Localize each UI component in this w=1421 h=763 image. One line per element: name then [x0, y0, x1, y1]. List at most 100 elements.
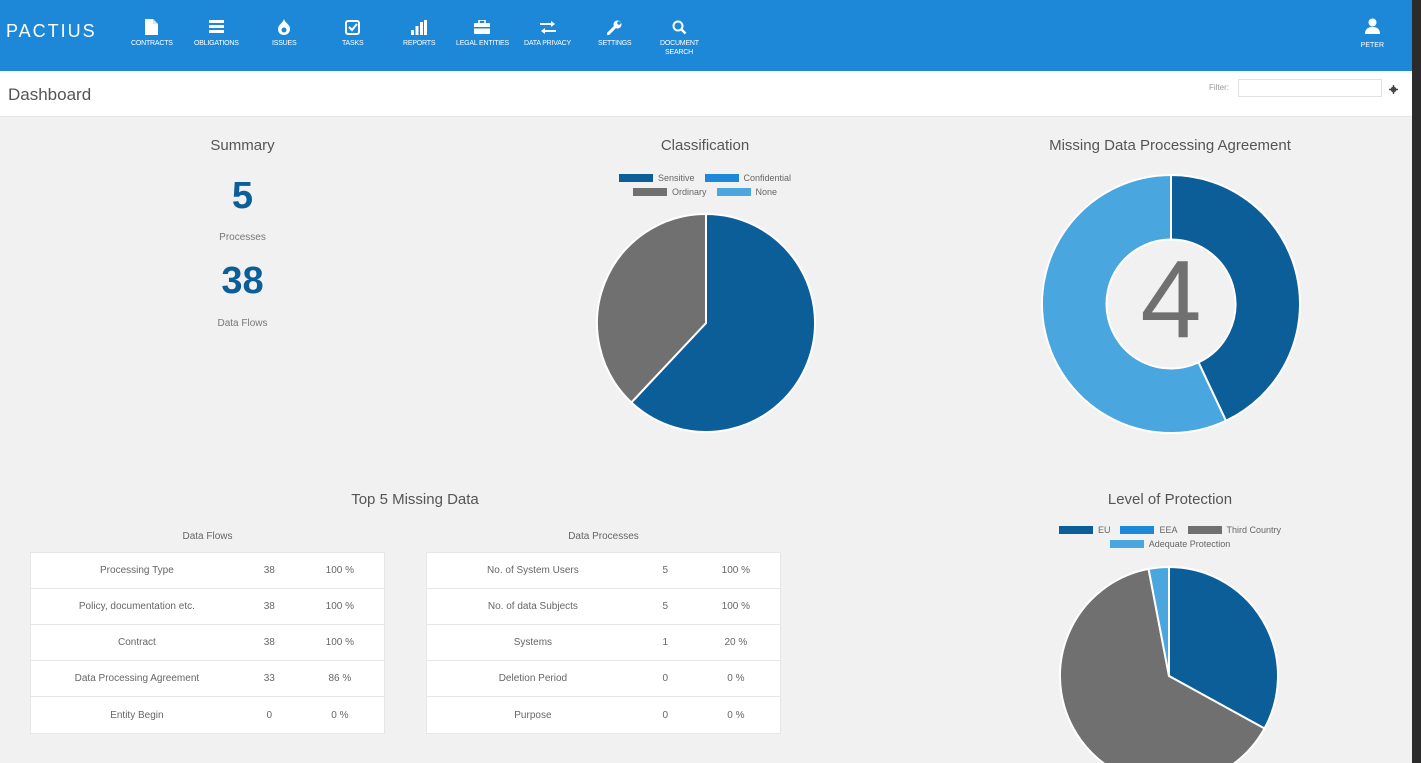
classification-pie-chart — [596, 212, 816, 433]
legend-swatch — [1120, 526, 1155, 534]
nav-reports[interactable]: REPORTS — [403, 18, 436, 48]
row-percent: 100 % — [325, 601, 355, 612]
legend-label: Adequate Protection — [1148, 539, 1231, 549]
row-count: 0 — [662, 709, 669, 721]
nav-legal-entities[interactable]: LEGAL ENTITIES — [456, 18, 509, 48]
row-name: Policy, documentation etc. — [78, 601, 195, 612]
legend-item: Third Country — [1187, 525, 1282, 535]
nav-legal-entities-label: LEGAL ENTITIES — [456, 40, 509, 47]
table-row: Policy, documentation etc. 38 100 % — [31, 589, 384, 625]
file-icon — [143, 18, 161, 36]
table-row: Systems 1 20 % — [427, 625, 780, 661]
row-name: No. of data Subjects — [487, 601, 578, 612]
app-window: PACTIUS CONTRACTS OBLIGATIONS ISSUES TAS… — [0, 0, 1412, 763]
row-name: Deletion Period — [498, 673, 568, 684]
row-percent: 100 % — [721, 565, 751, 576]
nav-data-privacy[interactable]: DATA PRIVACY — [524, 18, 571, 48]
gear-icon[interactable] — [1389, 81, 1398, 99]
legend-item: Sensitive — [618, 173, 695, 183]
table-row: No. of System Users 5 100 % — [427, 553, 780, 589]
top5-title: Top 5 Missing Data — [351, 491, 479, 508]
protection-legend: EU EEA Third Country Adequate Protection — [1035, 525, 1305, 549]
nav-contracts[interactable]: CONTRACTS — [131, 18, 173, 48]
legend-label: EEA — [1159, 525, 1178, 535]
page-header: Dashboard Filter: — [0, 71, 1412, 117]
top-navigation-bar: PACTIUS CONTRACTS OBLIGATIONS ISSUES TAS… — [0, 0, 1412, 71]
legend-item: Ordinary — [632, 187, 707, 197]
row-percent: 0 % — [727, 673, 745, 684]
wrench-icon — [606, 18, 624, 36]
app-logo[interactable]: PACTIUS — [6, 21, 97, 42]
search-icon — [670, 18, 688, 36]
legend-label: Sensitive — [657, 173, 695, 183]
table-row: Entity Begin 0 0 % — [31, 697, 384, 733]
data-flows-label: Data Flows — [217, 318, 268, 329]
row-name: Contract — [118, 637, 156, 648]
row-name: Processing Type — [100, 565, 174, 576]
user-menu[interactable]: PETER — [1361, 18, 1384, 49]
row-count: 0 — [662, 673, 669, 684]
user-icon — [1364, 18, 1380, 39]
legend-label: None — [755, 187, 778, 197]
row-count: 38 — [263, 637, 275, 648]
table-row: Contract 38 100 % — [31, 625, 384, 661]
legend-label: Confidential — [743, 173, 792, 183]
table-row: Processing Type 38 100 % — [31, 553, 384, 589]
legend-label: Ordinary — [671, 187, 707, 197]
exchange-icon — [539, 18, 557, 36]
briefcase-icon — [473, 18, 491, 36]
processes-label: Processes — [219, 232, 266, 243]
legend-swatch — [1109, 540, 1144, 548]
legend-item: Confidential — [704, 173, 792, 183]
row-count: 1 — [662, 637, 669, 648]
flame-icon — [275, 18, 293, 36]
nav-issues-label: ISSUES — [272, 40, 297, 47]
nav-obligations[interactable]: OBLIGATIONS — [194, 18, 239, 48]
table-row: Deletion Period 0 0 % — [427, 661, 780, 697]
legend-label: Third Country — [1226, 525, 1282, 535]
legend-swatch — [1058, 526, 1093, 534]
row-count: 38 — [263, 601, 275, 612]
page-title: Dashboard — [8, 85, 92, 104]
row-percent: 100 % — [325, 637, 355, 648]
row-percent: 100 % — [325, 565, 355, 576]
filter-input[interactable] — [1238, 79, 1382, 97]
row-count: 5 — [662, 565, 669, 576]
nav-data-privacy-label: DATA PRIVACY — [524, 40, 571, 47]
protection-title: Level of Protection — [1107, 491, 1233, 508]
table-row: Data Processing Agreement 33 86 % — [31, 661, 384, 697]
legend-item: EEA — [1120, 525, 1178, 535]
data-flows-table: Processing Type 38 100 % Policy, documenta… — [30, 552, 385, 734]
table-row: Purpose 0 0 % — [427, 697, 780, 733]
classification-legend: Sensitive Confidential Ordinary None — [580, 173, 830, 197]
nav-obligations-label: OBLIGATIONS — [194, 40, 239, 47]
protection-pie-chart — [1059, 565, 1279, 763]
data-flows-table-title: Data Flows — [182, 531, 233, 542]
nav-settings-label: SETTINGS — [598, 40, 632, 47]
legend-label: EU — [1097, 525, 1111, 535]
legend-swatch — [1187, 526, 1222, 534]
summary-title: Summary — [210, 137, 275, 154]
missing-dpa-count: 4 — [1140, 238, 1202, 361]
nav-tasks[interactable]: TASKS — [342, 18, 364, 48]
user-name: PETER — [1360, 42, 1384, 49]
nav-issues[interactable]: ISSUES — [272, 18, 297, 48]
filter-label: Filter: — [1209, 83, 1229, 92]
data-flows-count: 38 — [221, 260, 264, 302]
row-name: Entity Begin — [110, 709, 164, 721]
processes-count: 5 — [231, 175, 254, 217]
row-percent: 100 % — [721, 601, 751, 612]
legend-item: Adequate Protection — [1109, 539, 1231, 549]
row-percent: 0 % — [727, 709, 745, 721]
row-count: 0 — [266, 709, 273, 721]
legend-swatch — [618, 174, 653, 182]
missing-dpa-title: Missing Data Processing Agreement — [1049, 137, 1291, 154]
nav-document-search-label: DOCUMENT SEARCH — [660, 40, 699, 56]
nav-document-search[interactable]: DOCUMENT SEARCH — [660, 18, 699, 57]
row-name: Purpose — [514, 709, 552, 721]
legend-item: None — [716, 187, 778, 197]
nav-settings[interactable]: SETTINGS — [598, 18, 632, 48]
nav-contracts-label: CONTRACTS — [131, 40, 173, 47]
row-count: 38 — [263, 565, 275, 576]
row-count: 5 — [662, 601, 669, 612]
